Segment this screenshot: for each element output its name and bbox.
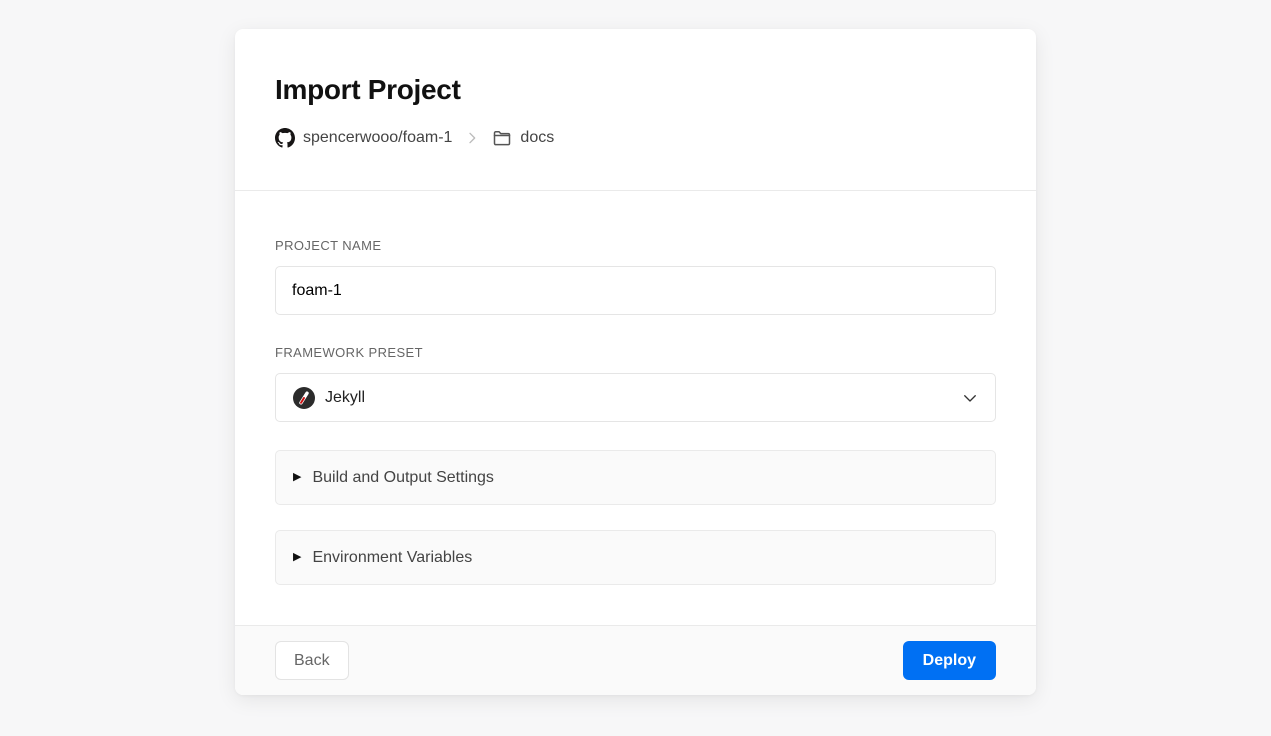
- triangle-right-icon: ▶: [293, 552, 301, 563]
- page-title: Import Project: [275, 74, 996, 106]
- back-button[interactable]: Back: [275, 641, 349, 680]
- project-name-label: PROJECT NAME: [275, 238, 996, 253]
- chevron-down-icon: [961, 389, 979, 407]
- breadcrumb-directory[interactable]: docs: [520, 129, 554, 147]
- folder-icon: [492, 128, 512, 148]
- framework-preset-select[interactable]: Jekyll: [275, 373, 996, 422]
- github-icon: [275, 128, 295, 148]
- chevron-right-icon: [464, 130, 480, 146]
- jekyll-logo-icon: [292, 386, 316, 410]
- card-body: PROJECT NAME FRAMEWORK PRESET Jekyll: [235, 191, 1036, 625]
- card-footer: Back Deploy: [235, 625, 1036, 695]
- deploy-button[interactable]: Deploy: [903, 641, 996, 680]
- accordion-environment-variables[interactable]: ▶ Environment Variables: [275, 530, 996, 585]
- project-name-input[interactable]: [275, 266, 996, 315]
- framework-preset-value: Jekyll: [325, 389, 961, 407]
- framework-preset-label: FRAMEWORK PRESET: [275, 345, 996, 360]
- breadcrumb: spencerwooo/foam-1 docs: [275, 128, 996, 190]
- accordion-build-output-settings[interactable]: ▶ Build and Output Settings: [275, 450, 996, 505]
- import-project-card: Import Project spencerwooo/foam-1 docs: [235, 29, 1036, 695]
- accordion-label: Environment Variables: [312, 549, 472, 567]
- breadcrumb-repo[interactable]: spencerwooo/foam-1: [303, 129, 452, 147]
- triangle-right-icon: ▶: [293, 472, 301, 483]
- accordion-label: Build and Output Settings: [312, 469, 493, 487]
- card-header: Import Project spencerwooo/foam-1 docs: [235, 29, 1036, 190]
